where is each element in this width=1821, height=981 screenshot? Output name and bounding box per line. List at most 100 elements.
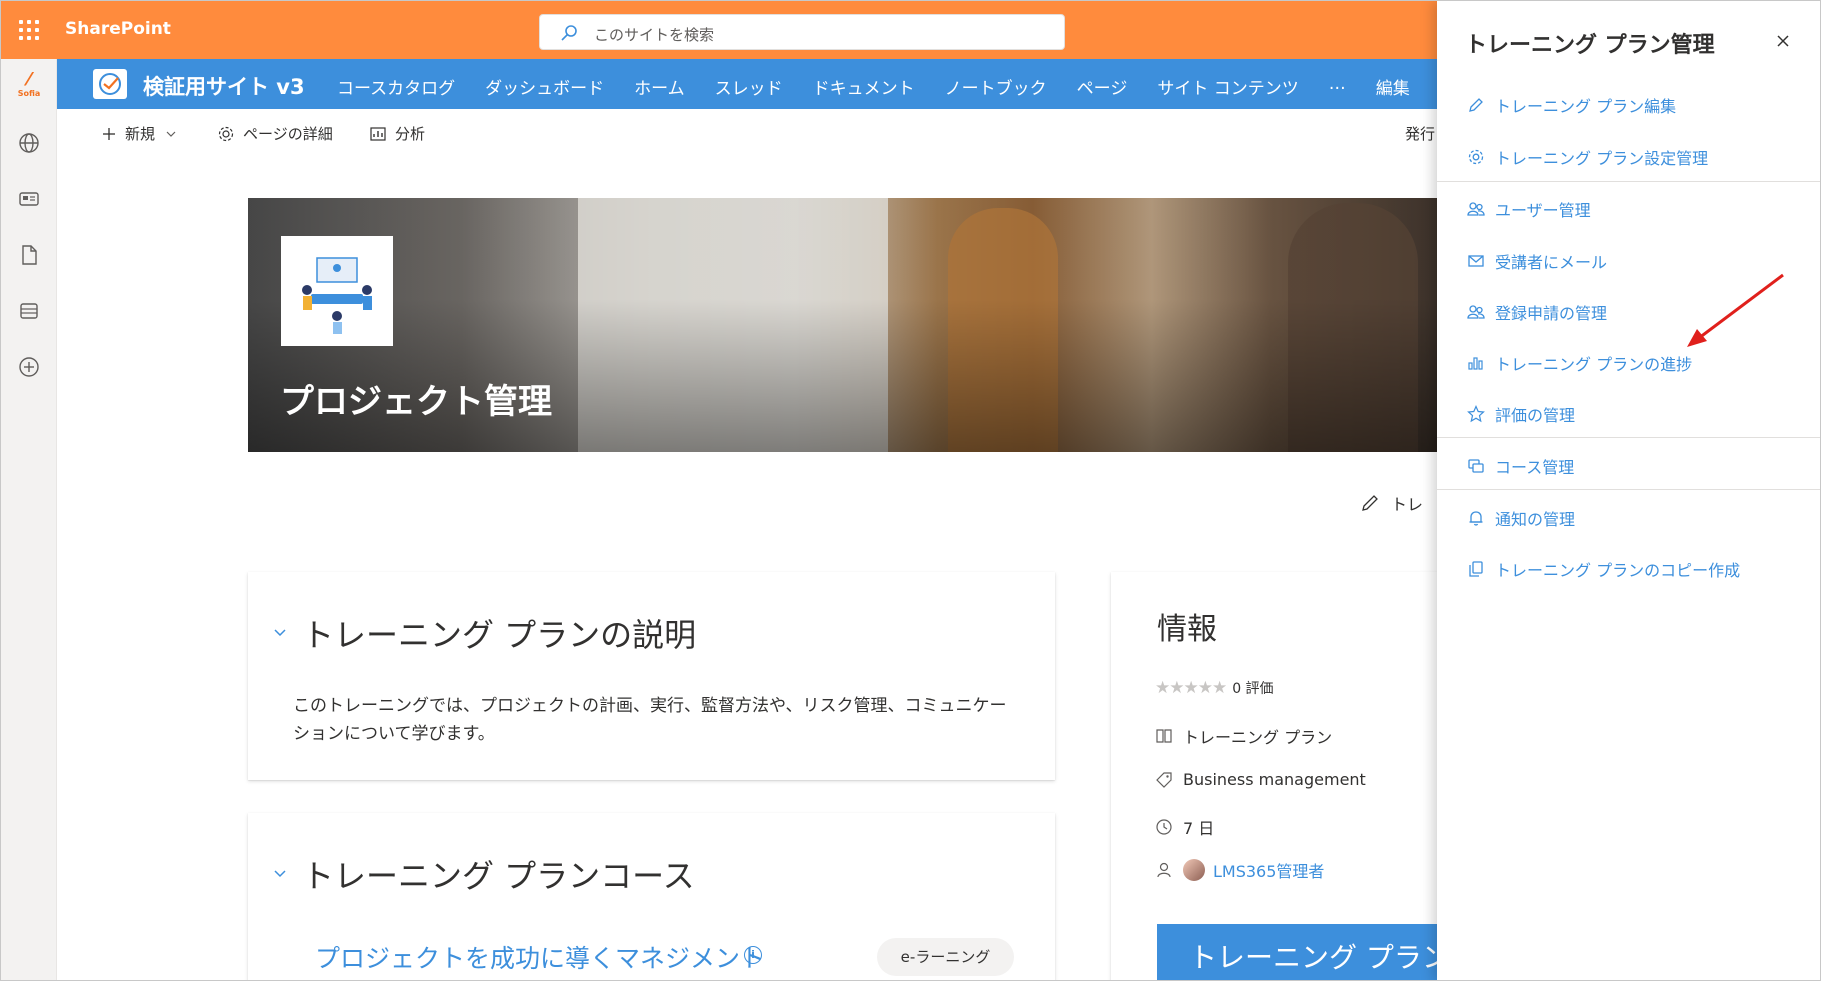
chevron-down-icon [166,131,176,137]
courses-heading: トレーニング プランコース [302,857,695,895]
plan-thumbnail [281,236,393,346]
description-card: トレーニング プランの説明 このトレーニングでは、プロジェクトの計画、実行、監督… [248,572,1055,780]
nav-pages[interactable]: ページ [1077,74,1128,99]
site-navigation: コースカタログ ダッシュボード ホーム スレッド ドキュメント ノートブック ペ… [337,74,1440,99]
panel-item-copy-plan[interactable]: トレーニング プランのコピー作成 [1467,557,1740,581]
nav-site-contents[interactable]: サイト コンテンツ [1157,74,1298,99]
info-duration: 7 日 [1183,819,1215,838]
panel-item-plan-settings[interactable]: トレーニング プラン設定管理 [1467,145,1708,169]
info-card: 情報 ★★★★★ 0 評価 トレーニング プラン Business manage… [1111,572,1447,980]
nav-edit[interactable]: 編集 [1376,74,1410,99]
star-icon [1467,405,1485,423]
app-launcher-icon[interactable] [19,20,39,40]
panel-title: トレーニング プラン管理 [1465,33,1715,58]
nav-dashboard[interactable]: ダッシュボード [485,74,604,99]
info-title: 情報 [1157,612,1217,647]
panel-item-label: 登録申請の管理 [1495,304,1608,323]
tag-icon [1156,771,1172,788]
training-plan-button[interactable]: トレーニング プラン [1157,924,1447,980]
info-category: Business management [1183,770,1366,789]
management-panel: トレーニング プラン管理 トレーニング プラン編集 トレーニング プラン設定管理 [1437,1,1820,980]
gear-icon [218,126,234,141]
nav-threads[interactable]: スレッド [715,74,783,99]
plus-icon [103,127,115,140]
info-duration-row: 7 日 [1155,815,1214,839]
course-type-badge: e-ラーニング [877,938,1014,976]
analytics-label: 分析 [395,125,426,143]
analytics-button[interactable]: 分析 [369,123,425,144]
nav-home[interactable]: ホーム [634,74,685,99]
course-title-link[interactable]: プロジェクトを成功に導くマネジメント [315,939,765,975]
panel-item-label: コース管理 [1495,458,1575,477]
mail-icon [1468,255,1484,267]
chevron-down-icon[interactable] [272,624,288,640]
panel-item-label: 受講者にメール [1495,253,1608,272]
info-category-row: Business management [1155,770,1366,789]
list-icon[interactable] [17,299,41,323]
panel-item-ratings[interactable]: 評価の管理 [1467,402,1575,426]
site-title[interactable]: 検証用サイト v3 [143,71,305,101]
news-icon[interactable] [17,187,41,211]
edit-plan-link[interactable]: トレ [1359,491,1423,515]
description-text: このトレーニングでは、プロジェクトの計画、実行、監督方法や、リスク管理、コミュニ… [293,696,1007,744]
search-placeholder: このサイトを検索 [594,26,715,44]
nav-notebook[interactable]: ノートブック [945,74,1047,99]
panel-item-user-management[interactable]: ユーザー管理 [1467,197,1591,221]
app-bar: ⁄ Sofia [1,59,57,980]
panel-divider [1437,489,1820,490]
page-details-button[interactable]: ページの詳細 [217,123,333,144]
clock-icon [1156,819,1172,835]
sofia-logo-text: Sofia [17,89,41,98]
add-circle-icon[interactable] [17,355,41,379]
new-button[interactable]: 新規 [101,123,185,144]
analytics-icon [370,126,386,141]
pencil-icon [1362,495,1378,511]
site-header: 検証用サイト v3 コースカタログ ダッシュボード ホーム スレッド ドキュメン… [57,59,1437,109]
people-icon [1467,305,1485,319]
close-icon[interactable] [1773,31,1793,51]
panel-item-course-management[interactable]: コース管理 [1467,454,1574,478]
page-details-label: ページの詳細 [243,125,333,143]
owner-link[interactable]: LMS365管理者 [1213,858,1324,882]
panel-divider [1437,437,1820,438]
search-icon [561,25,577,41]
description-heading: トレーニング プランの説明 [302,616,697,654]
annotation-arrow-icon [1687,273,1784,347]
courses-icon [1468,459,1484,473]
document-icon[interactable] [17,243,41,267]
gear-icon [1468,149,1484,165]
panel-item-label: ユーザー管理 [1495,201,1591,220]
search-box[interactable]: このサイトを検索 [539,14,1065,50]
pencil-icon [1469,98,1483,112]
chevron-down-icon[interactable] [272,865,288,881]
person-icon [1157,862,1171,878]
sofia-logo[interactable]: ⁄ Sofia [13,71,45,99]
panel-item-label: 評価の管理 [1495,406,1576,425]
panel-item-email-learners[interactable]: 受講者にメール [1467,249,1607,273]
edit-plan-label: トレ [1391,495,1424,514]
panel-item-notifications[interactable]: 通知の管理 [1467,506,1575,530]
hero-title: プロジェクト管理 [280,382,552,422]
globe-icon[interactable] [17,131,41,155]
info-owner-row: LMS365管理者 [1155,858,1324,882]
panel-item-registration-requests[interactable]: 登録申請の管理 [1467,300,1607,324]
courses-card: トレーニング プランコース プロジェクトを成功に導くマネジメント i e-ラーニ… [248,813,1055,980]
brand-name[interactable]: SharePoint [65,19,171,39]
info-type: トレーニング プラン [1183,728,1333,747]
nav-course-catalog[interactable]: コースカタログ [337,74,455,99]
bell-icon [1469,511,1483,526]
panel-item-edit-plan[interactable]: トレーニング プラン編集 [1467,93,1676,117]
panel-item-plan-progress[interactable]: トレーニング プランの進捗 [1467,351,1692,375]
hero-banner: プロジェクト管理 [248,198,1437,452]
new-label: 新規 [125,125,156,143]
bar-chart-icon [1468,357,1483,370]
checkmark-logo-icon [99,73,121,95]
rating[interactable]: ★★★★★ 0 評価 [1155,678,1274,698]
panel-item-label: トレーニング プラン設定管理 [1495,149,1709,168]
site-logo[interactable] [93,69,127,99]
people-icon [1467,202,1485,216]
info-icon[interactable]: i [744,946,762,964]
publish-button[interactable]: 発行 [1405,123,1435,144]
nav-more[interactable]: … [1329,74,1346,99]
nav-documents[interactable]: ドキュメント [813,74,915,99]
